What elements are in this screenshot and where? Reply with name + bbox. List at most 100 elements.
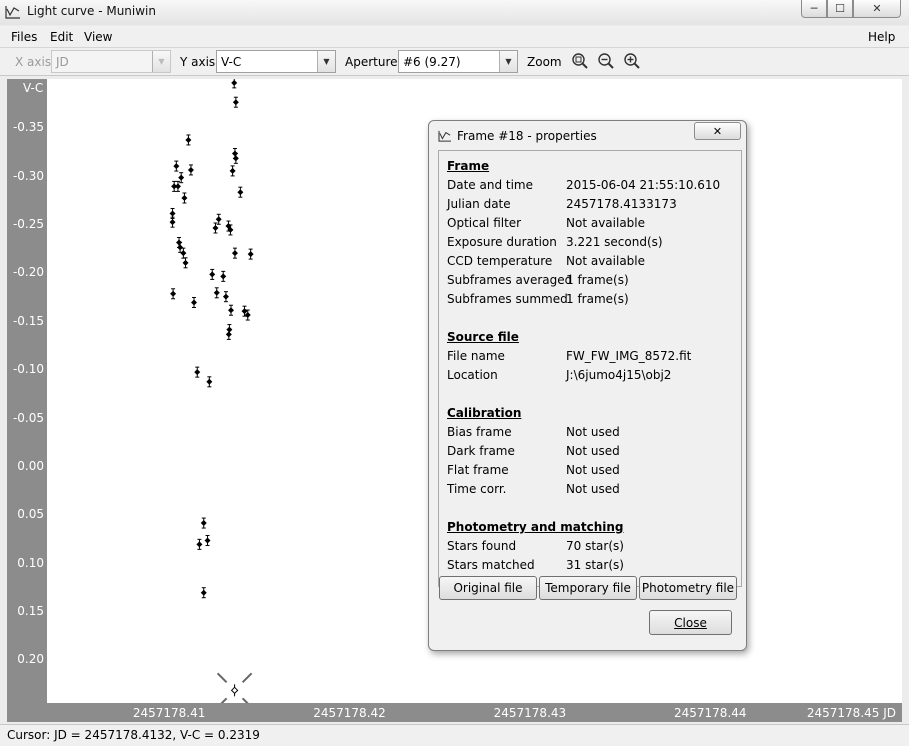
chevron-down-icon: ▼ bbox=[499, 51, 517, 72]
property-label: Time corr. bbox=[447, 482, 507, 496]
frame-properties-dialog: Frame #18 - properties ✕ Frame Source fi… bbox=[428, 120, 747, 651]
chevron-down-icon: ▼ bbox=[152, 51, 170, 72]
x-tick-label: 2457178.43 bbox=[493, 706, 567, 720]
data-point[interactable] bbox=[232, 96, 239, 108]
data-point[interactable] bbox=[209, 268, 216, 280]
minimize-icon: ─ bbox=[810, 2, 818, 15]
y-tick-label: 0.05 bbox=[17, 507, 44, 522]
y-tick-label: -0.15 bbox=[12, 313, 44, 328]
data-point[interactable] bbox=[169, 216, 176, 228]
original-file-button[interactable]: Original file bbox=[439, 576, 537, 600]
property-value: Not used bbox=[566, 425, 620, 439]
window-title: Light curve - Muniwin bbox=[27, 4, 156, 18]
temporary-file-button[interactable]: Temporary file bbox=[539, 576, 637, 600]
menu-help[interactable]: Help bbox=[868, 30, 895, 44]
y-tick-label: 0.15 bbox=[17, 604, 44, 619]
property-label: Subframes averaged bbox=[447, 273, 573, 287]
data-point[interactable] bbox=[220, 270, 227, 282]
data-point[interactable] bbox=[206, 376, 213, 388]
data-point[interactable] bbox=[227, 304, 234, 316]
close-icon: ✕ bbox=[872, 2, 882, 15]
data-point[interactable] bbox=[191, 296, 198, 308]
section-source-file: Source file bbox=[447, 330, 519, 344]
data-point[interactable] bbox=[185, 134, 192, 146]
close-button[interactable]: Close bbox=[649, 610, 732, 635]
zoom-out-icon[interactable] bbox=[597, 52, 615, 70]
maximize-button[interactable]: ☐ bbox=[827, 0, 853, 18]
y-tick-label: -0.25 bbox=[12, 217, 44, 232]
data-point[interactable] bbox=[182, 257, 189, 269]
y-axis-title: V-C bbox=[23, 81, 44, 95]
y-tick-label: -0.30 bbox=[12, 168, 44, 183]
property-value: 2015-06-04 21:55:10.610 bbox=[566, 178, 721, 192]
property-value: 1 frame(s) bbox=[566, 292, 629, 306]
zoom-fit-icon[interactable] bbox=[571, 52, 589, 70]
zoom-in-icon[interactable] bbox=[623, 52, 641, 70]
title-bar: Light curve - Muniwin ─ ☐ ✕ bbox=[0, 0, 909, 25]
property-label: Bias frame bbox=[447, 425, 512, 439]
properties-panel: Frame Source file Calibration Photometry… bbox=[438, 150, 742, 587]
aperture-label: Aperture bbox=[345, 55, 398, 69]
data-point[interactable] bbox=[204, 534, 211, 546]
data-point[interactable] bbox=[229, 165, 236, 177]
x-tick-label: 2457178.41 bbox=[132, 706, 206, 720]
aperture-value: #6 (9.27) bbox=[403, 55, 461, 69]
data-point[interactable] bbox=[170, 288, 177, 300]
section-calibration: Calibration bbox=[447, 406, 522, 420]
data-point[interactable] bbox=[231, 247, 238, 259]
data-point[interactable] bbox=[173, 160, 180, 172]
property-value: 2457178.4133173 bbox=[566, 197, 677, 211]
y-axis-select[interactable]: V-C ▼ bbox=[216, 50, 336, 73]
original-file-label: Original file bbox=[453, 581, 523, 595]
data-point[interactable] bbox=[213, 287, 220, 299]
property-value: Not available bbox=[566, 254, 646, 268]
maximize-icon: ☐ bbox=[835, 2, 845, 15]
menu-edit[interactable]: Edit bbox=[50, 30, 73, 44]
property-value: 1 frame(s) bbox=[566, 273, 629, 287]
property-label: Date and time bbox=[447, 178, 533, 192]
property-label: Julian date bbox=[447, 197, 511, 211]
data-point[interactable] bbox=[231, 79, 238, 89]
dialog-close-button[interactable]: ✕ bbox=[694, 122, 741, 140]
chevron-down-icon: ▼ bbox=[317, 51, 335, 72]
data-point[interactable] bbox=[187, 164, 194, 176]
property-label: Stars matched bbox=[447, 558, 535, 572]
status-bar: Cursor: JD = 2457178.4132, V-C = 0.2319 bbox=[0, 724, 909, 746]
close-window-button[interactable]: ✕ bbox=[853, 0, 901, 18]
property-value: Not used bbox=[566, 463, 620, 477]
property-label: File name bbox=[447, 349, 505, 363]
property-value: 70 star(s) bbox=[566, 539, 624, 553]
data-point[interactable] bbox=[196, 538, 203, 550]
data-point[interactable] bbox=[181, 192, 188, 204]
data-point[interactable] bbox=[247, 248, 254, 260]
property-value: J:\6jumo4j15\obj2 bbox=[566, 368, 672, 382]
data-point[interactable] bbox=[222, 291, 229, 303]
x-axis-value: JD bbox=[56, 55, 69, 69]
y-tick-label: -0.10 bbox=[12, 362, 44, 377]
property-label: Flat frame bbox=[447, 463, 509, 477]
property-label: Optical filter bbox=[447, 216, 522, 230]
data-point[interactable] bbox=[180, 247, 187, 259]
data-point[interactable] bbox=[237, 186, 244, 198]
property-value: FW_FW_IMG_8572.fit bbox=[566, 349, 692, 363]
cursor-marker bbox=[216, 672, 253, 703]
cursor-status: Cursor: JD = 2457178.4132, V-C = 0.2319 bbox=[7, 728, 260, 742]
x-axis-select[interactable]: JD ▼ bbox=[51, 50, 171, 73]
y-tick-label: -0.05 bbox=[12, 410, 44, 425]
data-point[interactable] bbox=[200, 587, 207, 599]
photometry-file-button[interactable]: Photometry file bbox=[639, 576, 737, 600]
x-axis-label: X axis bbox=[15, 55, 52, 69]
aperture-select[interactable]: #6 (9.27) ▼ bbox=[398, 50, 518, 73]
app-icon bbox=[5, 6, 20, 19]
menu-files[interactable]: Files bbox=[11, 30, 37, 44]
y-tick-label: 0.10 bbox=[17, 555, 44, 570]
y-tick-label: 0.00 bbox=[17, 458, 44, 473]
section-photometry: Photometry and matching bbox=[447, 520, 624, 534]
minimize-button[interactable]: ─ bbox=[801, 0, 827, 18]
menu-view[interactable]: View bbox=[84, 30, 112, 44]
x-tick-label: 2457178.44 bbox=[674, 706, 747, 720]
data-point[interactable] bbox=[200, 517, 207, 529]
data-point[interactable] bbox=[194, 366, 201, 378]
menu-bar: Files Edit View Help bbox=[0, 26, 909, 48]
property-value: Not available bbox=[566, 216, 646, 230]
